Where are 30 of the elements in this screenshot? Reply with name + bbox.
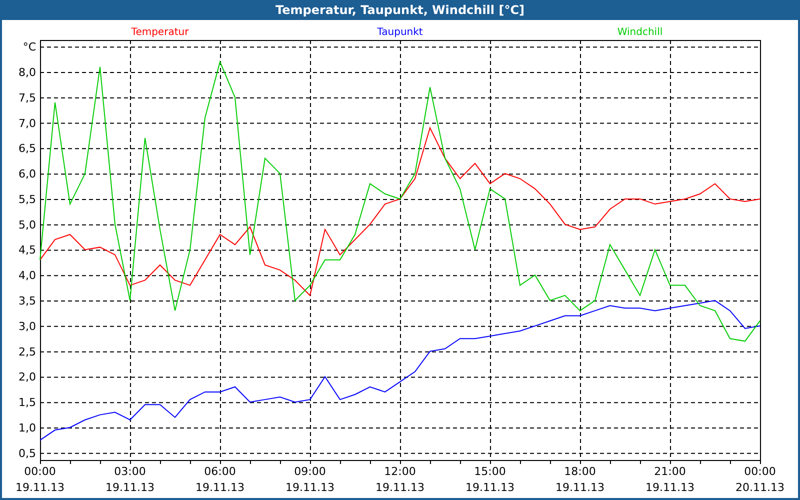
axis-tick-label: 06:00 19.11.13 bbox=[196, 465, 244, 494]
axis-tick-label: 00:00 19.11.13 bbox=[16, 465, 64, 494]
axis-tick-label: 1,5 bbox=[18, 396, 36, 410]
axis-tick-label: 0,5 bbox=[18, 446, 36, 460]
legend-label: Taupunkt bbox=[377, 27, 423, 38]
legend-label: Windchill bbox=[617, 27, 663, 38]
axis-tick-label: 7,5 bbox=[18, 91, 36, 104]
axis-tick-label: 8,0 bbox=[18, 66, 36, 79]
axis-tick-label: 09:00 19.11.13 bbox=[286, 465, 334, 494]
axis-unit-label: °C bbox=[22, 40, 36, 54]
axis-tick-label: 21:00 19.11.13 bbox=[646, 465, 694, 494]
axis-tick-label: 15:00 19.11.13 bbox=[466, 465, 514, 494]
axis-tick-label: 2,5 bbox=[18, 345, 36, 358]
axis-tick-label: 4,0 bbox=[18, 269, 36, 282]
window-title: Temperatur, Taupunkt, Windchill [°C] bbox=[276, 4, 524, 16]
axis-tick-label: 12:00 19.11.13 bbox=[376, 465, 424, 494]
axis-tick-label: 4,5 bbox=[18, 244, 36, 257]
axis-tick-label: 00:00 20.11.13 bbox=[736, 465, 784, 494]
axis-tick-label: 2,0 bbox=[18, 370, 36, 384]
axis-tick-label: 5,0 bbox=[18, 218, 36, 232]
axis-tick-label: 18:00 19.11.13 bbox=[556, 465, 604, 494]
axis-tick-label: 7,0 bbox=[18, 116, 36, 130]
axis-tick-label: 6,5 bbox=[18, 142, 36, 156]
axis-tick-label: 6,0 bbox=[18, 168, 36, 181]
axis-tick-label: 5,5 bbox=[18, 192, 36, 206]
legend-label: Temperatur bbox=[131, 27, 189, 38]
axis-tick-label: 3,5 bbox=[18, 294, 36, 308]
axis-tick-label: 1,0 bbox=[18, 422, 36, 434]
axis-tick-label: 03:00 19.11.13 bbox=[106, 465, 154, 494]
axis-tick-label: 3,0 bbox=[18, 320, 36, 333]
